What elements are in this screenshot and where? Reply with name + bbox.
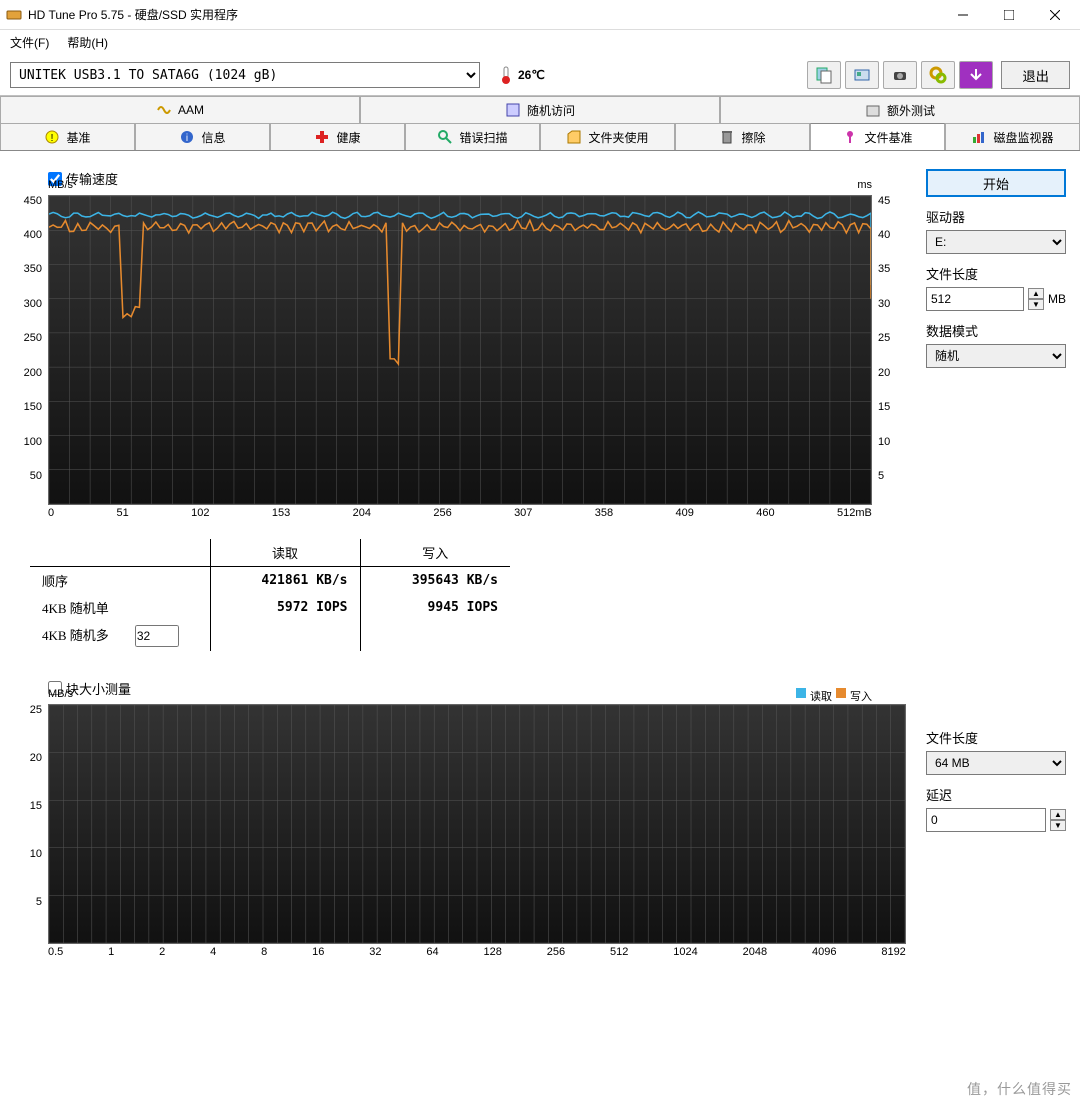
chart1-y-left: 45040035030025020015010050: [14, 195, 46, 505]
thermometer-icon: [498, 65, 514, 85]
tab-文件夹使用[interactable]: 文件夹使用: [540, 123, 675, 150]
drive-select[interactable]: UNITEK USB3.1 TO SATA6G (1024 gB): [10, 62, 480, 88]
svg-text:i: i: [186, 133, 188, 144]
toolbar: UNITEK USB3.1 TO SATA6G (1024 gB) 26℃ 退出: [0, 55, 1080, 96]
filelen-label: 文件长度: [926, 264, 1066, 283]
delay-label: 延迟: [926, 785, 1066, 804]
tab-container: AAM随机访问额外测试 !基准i信息健康错误扫描文件夹使用擦除文件基准磁盘监视器: [0, 96, 1080, 151]
filelen-spinner[interactable]: ▲▼: [1028, 288, 1044, 310]
copy-screenshot-button[interactable]: [845, 61, 879, 89]
chart1-unit-right: ms: [857, 179, 872, 191]
tab-AAM[interactable]: AAM: [0, 96, 360, 123]
filelen2-label: 文件长度: [926, 728, 1066, 747]
filelen2-select[interactable]: 64 MB: [926, 751, 1066, 775]
tab-文件基准[interactable]: 文件基准: [810, 123, 945, 150]
drive-letter-select[interactable]: E:: [926, 230, 1066, 254]
minimize-button[interactable]: [940, 0, 986, 30]
temperature: 26℃: [498, 65, 545, 85]
copy-info-button[interactable]: [807, 61, 841, 89]
close-button[interactable]: [1032, 0, 1078, 30]
menubar: 文件(F) 帮助(H): [0, 30, 1080, 55]
chart1-y-right: 45403530252015105: [874, 195, 906, 505]
results-table: 读取 写入 顺序 421861 KB/s 395643 KB/s 4KB 随机单…: [30, 539, 906, 651]
delay-spinner[interactable]: ▲▼: [1050, 809, 1066, 831]
chart2-unit-left: MB/s: [48, 688, 73, 700]
tab-基准[interactable]: !基准: [0, 123, 135, 150]
svg-text:!: !: [51, 133, 54, 144]
maximize-button[interactable]: [986, 0, 1032, 30]
tab-擦除[interactable]: 擦除: [675, 123, 810, 150]
chart1-unit-left: MB/s: [48, 179, 73, 191]
filelen-input[interactable]: [926, 287, 1024, 311]
app-icon: [6, 7, 22, 23]
save-button[interactable]: [959, 61, 993, 89]
chart2: [48, 704, 906, 944]
chart1-x-axis: 051102153204256307358409460512mB: [48, 507, 872, 525]
window-title: HD Tune Pro 5.75 - 硬盘/SSD 实用程序: [28, 6, 940, 23]
drive-label: 驱动器: [926, 207, 1066, 226]
chart1: [48, 195, 872, 505]
chart2-x-axis: 0.512481632641282565121024204840968192: [48, 946, 906, 964]
tab-信息[interactable]: i信息: [135, 123, 270, 150]
mode-select[interactable]: 随机: [926, 344, 1066, 368]
menu-help[interactable]: 帮助(H): [67, 34, 108, 51]
watermark: 值，什么值得买: [967, 1079, 1072, 1099]
menu-file[interactable]: 文件(F): [10, 34, 49, 51]
titlebar: HD Tune Pro 5.75 - 硬盘/SSD 实用程序: [0, 0, 1080, 30]
exit-button[interactable]: 退出: [1001, 61, 1070, 89]
mode-label: 数据模式: [926, 321, 1066, 340]
queue-depth-spinner[interactable]: [135, 625, 179, 647]
start-button[interactable]: 开始: [926, 169, 1066, 197]
sidebar: 开始 驱动器 E: 文件长度 ▲▼ MB 数据模式 随机 文件长度 64 MB …: [926, 169, 1066, 964]
save-screenshot-button[interactable]: [883, 61, 917, 89]
tab-随机访问[interactable]: 随机访问: [360, 96, 720, 123]
tab-健康[interactable]: 健康: [270, 123, 405, 150]
tab-错误扫描[interactable]: 错误扫描: [405, 123, 540, 150]
chart2-legend: 读取 写入: [796, 688, 872, 704]
delay-input[interactable]: [926, 808, 1046, 832]
tab-额外测试[interactable]: 额外测试: [720, 96, 1080, 123]
options-button[interactable]: [921, 61, 955, 89]
chart2-y-left: 252015105: [14, 704, 46, 944]
tab-磁盘监视器[interactable]: 磁盘监视器: [945, 123, 1080, 150]
